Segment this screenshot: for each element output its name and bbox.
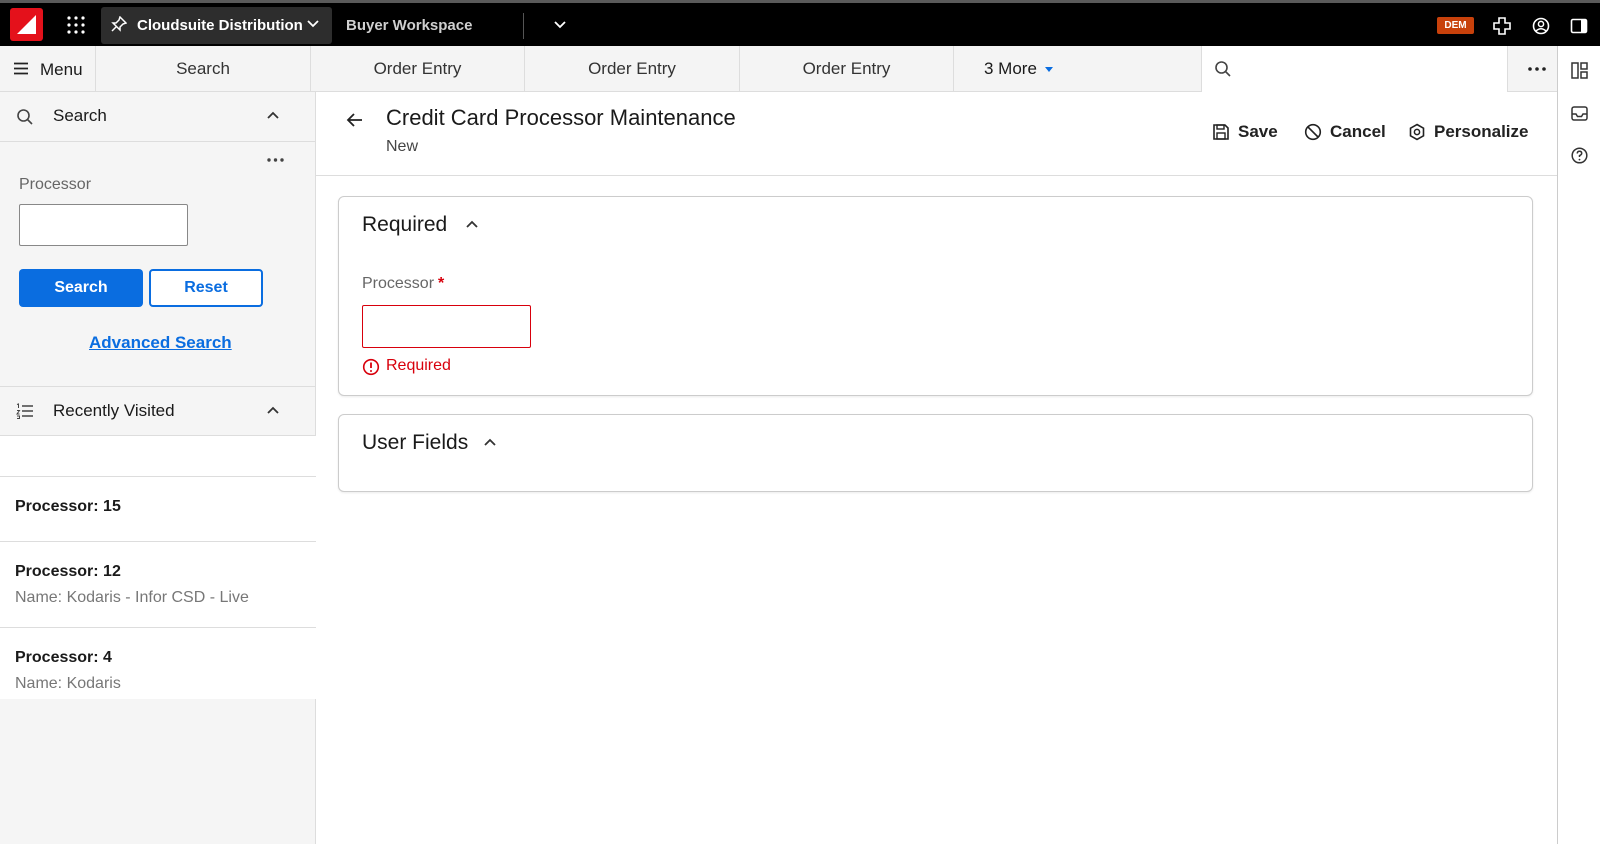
- add-tab-icon[interactable]: [1493, 17, 1511, 35]
- advanced-search-link[interactable]: Advanced Search: [89, 333, 232, 353]
- list-item[interactable]: Processor: 15: [0, 476, 316, 541]
- app-name: Cloudsuite Distribution: [137, 17, 303, 34]
- processor-field-label: Processor *: [362, 275, 444, 293]
- more-tabs-button[interactable]: 3 More: [984, 59, 1037, 79]
- global-search-input[interactable]: [1201, 46, 1508, 92]
- divider: [523, 13, 524, 39]
- required-section: Required Processor * Required: [338, 196, 1533, 396]
- recently-visited-spacer: [0, 436, 316, 476]
- tab-order-entry[interactable]: Order Entry: [740, 46, 954, 92]
- save-label: Save: [1238, 122, 1278, 141]
- pin-icon[interactable]: [111, 16, 127, 32]
- list-item-subtitle: Name: Kodaris - Infor CSD - Live: [15, 589, 249, 606]
- right-rail: [1557, 46, 1600, 844]
- environment-badge: DEM: [1437, 17, 1474, 34]
- search-section-header[interactable]: Search: [0, 92, 316, 142]
- cancel-icon: [1304, 123, 1322, 141]
- chevron-up-icon[interactable]: [266, 406, 280, 415]
- tab-search[interactable]: Search: [96, 46, 311, 92]
- recently-visited-title: Recently Visited: [53, 401, 175, 420]
- recently-visited-header[interactable]: Recently Visited: [0, 386, 316, 436]
- user-fields-section-title: User Fields: [362, 431, 469, 454]
- more-options-icon[interactable]: [267, 158, 284, 162]
- menu-label: Menu: [40, 60, 83, 79]
- page-title: Credit Card Processor Maintenance: [386, 105, 736, 130]
- app-selector[interactable]: Cloudsuite Distribution: [101, 7, 332, 44]
- required-section-title: Required: [362, 213, 448, 236]
- personalize-label: Personalize: [1434, 122, 1529, 141]
- recently-visited-list: Processor: 15 Processor: 12 Name: Kodari…: [0, 476, 316, 699]
- back-arrow-icon[interactable]: [346, 112, 364, 128]
- tab-order-entry[interactable]: Order Entry: [311, 46, 525, 92]
- user-profile-icon[interactable]: [1532, 17, 1550, 35]
- hamburger-icon: [14, 62, 28, 75]
- search-icon: [1215, 61, 1231, 77]
- workspace-label[interactable]: Buyer Workspace: [346, 17, 472, 34]
- infor-logo-icon[interactable]: [10, 8, 43, 41]
- chevron-up-icon[interactable]: [266, 111, 280, 120]
- personalize-icon: [1409, 123, 1425, 141]
- help-icon[interactable]: [1571, 147, 1588, 164]
- list-icon: [16, 403, 33, 419]
- processor-search-input[interactable]: [19, 204, 188, 246]
- top-bar: Cloudsuite Distribution Buyer Workspace …: [0, 0, 1600, 46]
- tab-order-entry[interactable]: Order Entry: [525, 46, 740, 92]
- error-text: Required: [386, 357, 451, 374]
- list-item[interactable]: Processor: 12 Name: Kodaris - Infor CSD …: [0, 541, 316, 627]
- required-marker: *: [438, 275, 445, 292]
- list-item[interactable]: Processor: 4 Name: Kodaris: [0, 627, 316, 699]
- chevron-down-icon[interactable]: [553, 20, 567, 30]
- layout-icon[interactable]: [1571, 62, 1588, 79]
- cancel-label: Cancel: [1330, 122, 1386, 141]
- panel-toggle-icon[interactable]: [1570, 17, 1588, 35]
- save-icon: [1213, 124, 1229, 140]
- tab-bar: Menu Search Order Entry Order Entry Orde…: [0, 46, 1557, 92]
- chevron-down-icon[interactable]: [306, 19, 320, 29]
- processor-input[interactable]: [362, 305, 531, 348]
- inbox-icon[interactable]: [1571, 105, 1588, 122]
- list-item-title: Processor: 15: [15, 498, 121, 515]
- more-options-icon[interactable]: [1528, 67, 1546, 71]
- search-button[interactable]: Search: [19, 269, 143, 307]
- menu-button[interactable]: Menu: [0, 46, 96, 92]
- list-item-subtitle: Name: Kodaris: [15, 675, 121, 692]
- page-header: Credit Card Processor Maintenance New Sa…: [316, 92, 1557, 176]
- list-item-title: Processor: 4: [15, 649, 112, 666]
- search-icon: [17, 109, 33, 125]
- search-panel: Search Processor Search Reset Advanced S…: [0, 92, 316, 844]
- chevron-up-icon[interactable]: [465, 220, 479, 229]
- reset-button[interactable]: Reset: [149, 269, 263, 307]
- page-subtitle: New: [386, 138, 419, 155]
- search-section-title: Search: [53, 106, 107, 125]
- chevron-up-icon[interactable]: [483, 438, 497, 447]
- app-launcher-icon[interactable]: [66, 15, 86, 35]
- processor-field-label-text: Processor: [362, 275, 435, 292]
- list-item-title: Processor: 12: [15, 563, 121, 580]
- processor-label: Processor: [19, 176, 92, 193]
- error-icon: [362, 358, 380, 376]
- user-fields-section: User Fields: [338, 414, 1533, 492]
- caret-down-icon[interactable]: [1044, 67, 1054, 73]
